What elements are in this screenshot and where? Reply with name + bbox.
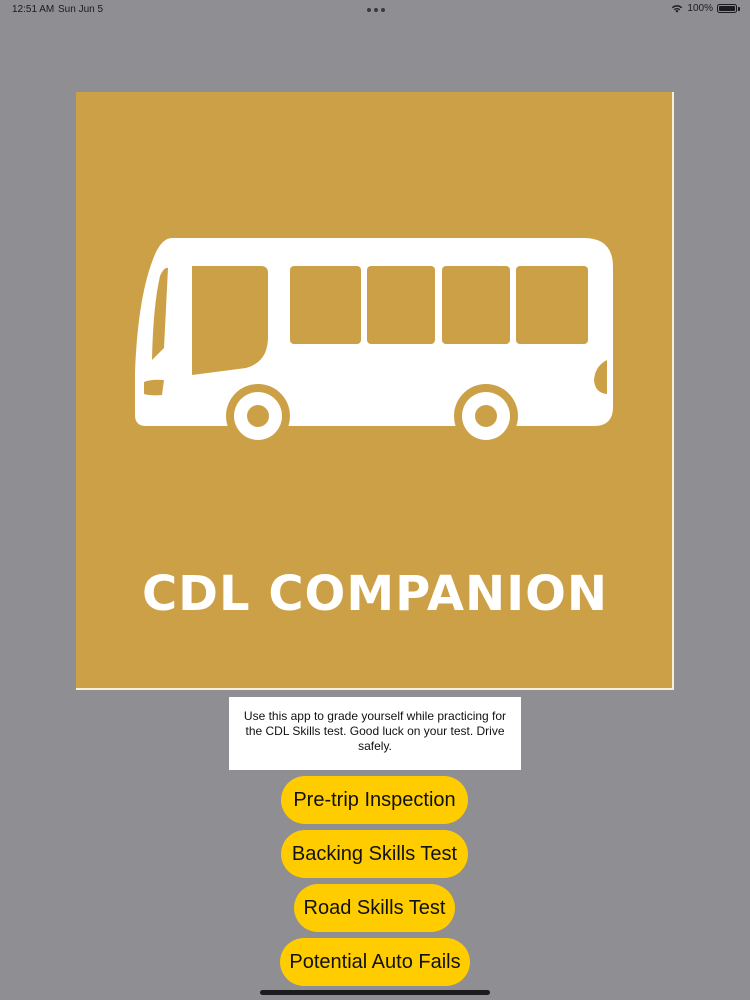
status-bar: 12:51 AM Sun Jun 5 100% (0, 0, 750, 18)
status-date: Sun Jun 5 (58, 4, 104, 15)
home-indicator[interactable] (260, 990, 490, 995)
app-description: Use this app to grade yourself while pra… (229, 697, 521, 770)
battery-icon (717, 4, 740, 13)
status-time: 12:51 AM (12, 4, 55, 15)
battery-percent: 100% (687, 3, 713, 14)
wifi-icon (672, 5, 683, 13)
multitasking-dots-icon[interactable] (367, 8, 385, 12)
app-title: CDL COMPANION (141, 566, 609, 622)
app-logo: CDL COMPANION (76, 92, 674, 690)
status-right: 100% (671, 3, 740, 14)
potential-auto-fails-button[interactable]: Potential Auto Fails (280, 938, 470, 986)
backing-skills-test-button[interactable]: Backing Skills Test (281, 830, 468, 878)
pretrip-inspection-button[interactable]: Pre-trip Inspection (281, 776, 468, 824)
road-skills-test-button[interactable]: Road Skills Test (294, 884, 455, 932)
